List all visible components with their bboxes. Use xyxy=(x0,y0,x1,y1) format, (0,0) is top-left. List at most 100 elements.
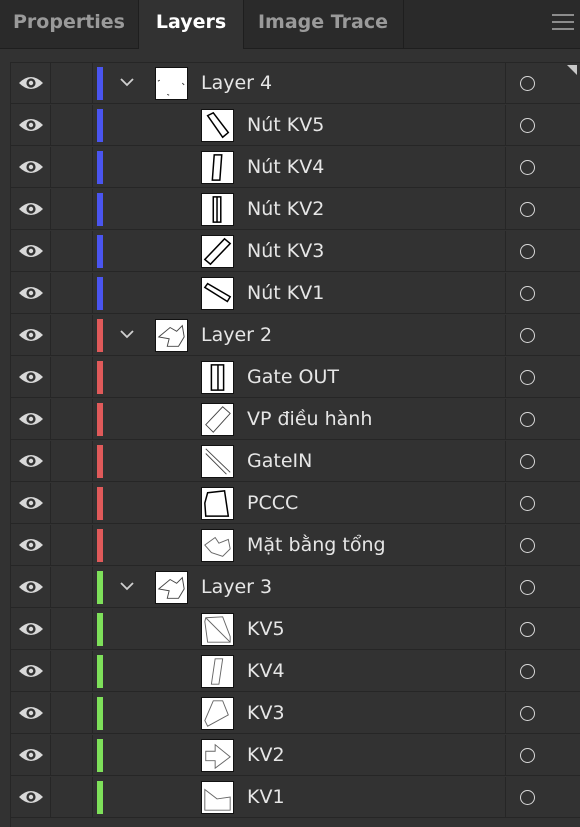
lock-toggle[interactable] xyxy=(51,189,93,230)
chevron-down-icon[interactable] xyxy=(119,74,135,94)
target-circle-icon[interactable] xyxy=(520,328,535,343)
visibility-toggle[interactable] xyxy=(11,315,51,356)
visibility-toggle[interactable] xyxy=(11,231,51,272)
lock-toggle[interactable] xyxy=(51,63,93,104)
layer-row[interactable]: Layer 2 xyxy=(11,315,580,356)
target-circle-icon[interactable] xyxy=(520,622,535,637)
visibility-toggle[interactable] xyxy=(11,777,51,818)
target-column[interactable] xyxy=(505,735,580,776)
target-column[interactable] xyxy=(505,189,580,230)
layer-name[interactable]: Nút KV5 xyxy=(247,105,324,146)
layer-name[interactable]: KV2 xyxy=(247,735,285,776)
sublayer-row[interactable]: Gate OUT xyxy=(11,357,580,398)
tab-image-trace[interactable]: Image Trace xyxy=(244,0,402,48)
lock-toggle[interactable] xyxy=(51,693,93,734)
visibility-toggle[interactable] xyxy=(11,273,51,314)
sublayer-row[interactable]: GateIN xyxy=(11,441,580,482)
tab-layers[interactable]: Layers xyxy=(138,0,244,49)
layer-name[interactable]: Mặt bằng tổng xyxy=(247,525,386,566)
layer-name[interactable]: Gate OUT xyxy=(247,357,339,398)
target-circle-icon[interactable] xyxy=(520,244,535,259)
layer-name[interactable]: Nút KV3 xyxy=(247,231,324,272)
layer-name[interactable]: GateIN xyxy=(247,441,312,482)
layer-name[interactable]: Nút KV4 xyxy=(247,147,324,188)
sublayer-row[interactable]: KV1 xyxy=(11,777,580,818)
layer-name[interactable]: KV3 xyxy=(247,693,285,734)
target-column[interactable] xyxy=(505,315,580,356)
target-circle-icon[interactable] xyxy=(520,496,535,511)
lock-toggle[interactable] xyxy=(51,777,93,818)
visibility-toggle[interactable] xyxy=(11,63,51,104)
target-column[interactable] xyxy=(505,609,580,650)
target-column[interactable] xyxy=(505,357,580,398)
visibility-toggle[interactable] xyxy=(11,441,51,482)
lock-toggle[interactable] xyxy=(51,525,93,566)
sublayer-row[interactable]: VP điều hành xyxy=(11,399,580,440)
sublayer-row[interactable]: KV4 xyxy=(11,651,580,692)
layer-name[interactable]: KV1 xyxy=(247,777,285,818)
target-circle-icon[interactable] xyxy=(520,160,535,175)
visibility-toggle[interactable] xyxy=(11,693,51,734)
target-circle-icon[interactable] xyxy=(520,580,535,595)
lock-toggle[interactable] xyxy=(51,315,93,356)
visibility-toggle[interactable] xyxy=(11,567,51,608)
sublayer-row[interactable]: PCCC xyxy=(11,483,580,524)
visibility-toggle[interactable] xyxy=(11,105,51,146)
sublayer-row[interactable]: Nút KV1 xyxy=(11,273,580,314)
lock-toggle[interactable] xyxy=(51,567,93,608)
visibility-toggle[interactable] xyxy=(11,735,51,776)
sublayer-row[interactable]: Nút KV3 xyxy=(11,231,580,272)
visibility-toggle[interactable] xyxy=(11,357,51,398)
layer-name[interactable]: KV5 xyxy=(247,609,285,650)
target-circle-icon[interactable] xyxy=(520,748,535,763)
chevron-down-icon[interactable] xyxy=(119,578,135,598)
target-column[interactable] xyxy=(505,567,580,608)
target-circle-icon[interactable] xyxy=(520,706,535,721)
layer-name[interactable]: PCCC xyxy=(247,483,298,524)
sublayer-row[interactable]: Nút KV4 xyxy=(11,147,580,188)
target-column[interactable] xyxy=(505,63,580,104)
visibility-toggle[interactable] xyxy=(11,651,51,692)
target-column[interactable] xyxy=(505,231,580,272)
lock-toggle[interactable] xyxy=(51,441,93,482)
target-circle-icon[interactable] xyxy=(520,76,535,91)
layer-name[interactable]: Layer 3 xyxy=(201,567,272,608)
target-circle-icon[interactable] xyxy=(520,118,535,133)
sublayer-row[interactable]: KV3 xyxy=(11,693,580,734)
target-column[interactable] xyxy=(505,147,580,188)
hamburger-menu-icon[interactable] xyxy=(552,14,574,32)
lock-toggle[interactable] xyxy=(51,357,93,398)
visibility-toggle[interactable] xyxy=(11,147,51,188)
lock-toggle[interactable] xyxy=(51,651,93,692)
target-circle-icon[interactable] xyxy=(520,664,535,679)
target-circle-icon[interactable] xyxy=(520,790,535,805)
sublayer-row[interactable]: Nút KV2 xyxy=(11,189,580,230)
target-circle-icon[interactable] xyxy=(520,454,535,469)
visibility-toggle[interactable] xyxy=(11,483,51,524)
target-column[interactable] xyxy=(505,525,580,566)
target-circle-icon[interactable] xyxy=(520,538,535,553)
lock-toggle[interactable] xyxy=(51,147,93,188)
target-column[interactable] xyxy=(505,105,580,146)
visibility-toggle[interactable] xyxy=(11,399,51,440)
layer-name[interactable]: Layer 2 xyxy=(201,315,272,356)
layer-name[interactable]: Nút KV1 xyxy=(247,273,324,314)
layer-name[interactable]: VP điều hành xyxy=(247,399,372,440)
sublayer-row[interactable]: KV2 xyxy=(11,735,580,776)
target-circle-icon[interactable] xyxy=(520,412,535,427)
target-circle-icon[interactable] xyxy=(520,202,535,217)
tab-properties[interactable]: Properties xyxy=(0,0,138,48)
lock-toggle[interactable] xyxy=(51,609,93,650)
lock-toggle[interactable] xyxy=(51,735,93,776)
sublayer-row[interactable]: Mặt bằng tổng xyxy=(11,525,580,566)
lock-toggle[interactable] xyxy=(51,273,93,314)
target-column[interactable] xyxy=(505,441,580,482)
layer-name[interactable]: Nút KV2 xyxy=(247,189,324,230)
target-column[interactable] xyxy=(505,273,580,314)
target-column[interactable] xyxy=(505,651,580,692)
target-circle-icon[interactable] xyxy=(520,370,535,385)
lock-toggle[interactable] xyxy=(51,231,93,272)
target-column[interactable] xyxy=(505,399,580,440)
layer-row[interactable]: Layer 3 xyxy=(11,567,580,608)
sublayer-row[interactable]: KV5 xyxy=(11,609,580,650)
